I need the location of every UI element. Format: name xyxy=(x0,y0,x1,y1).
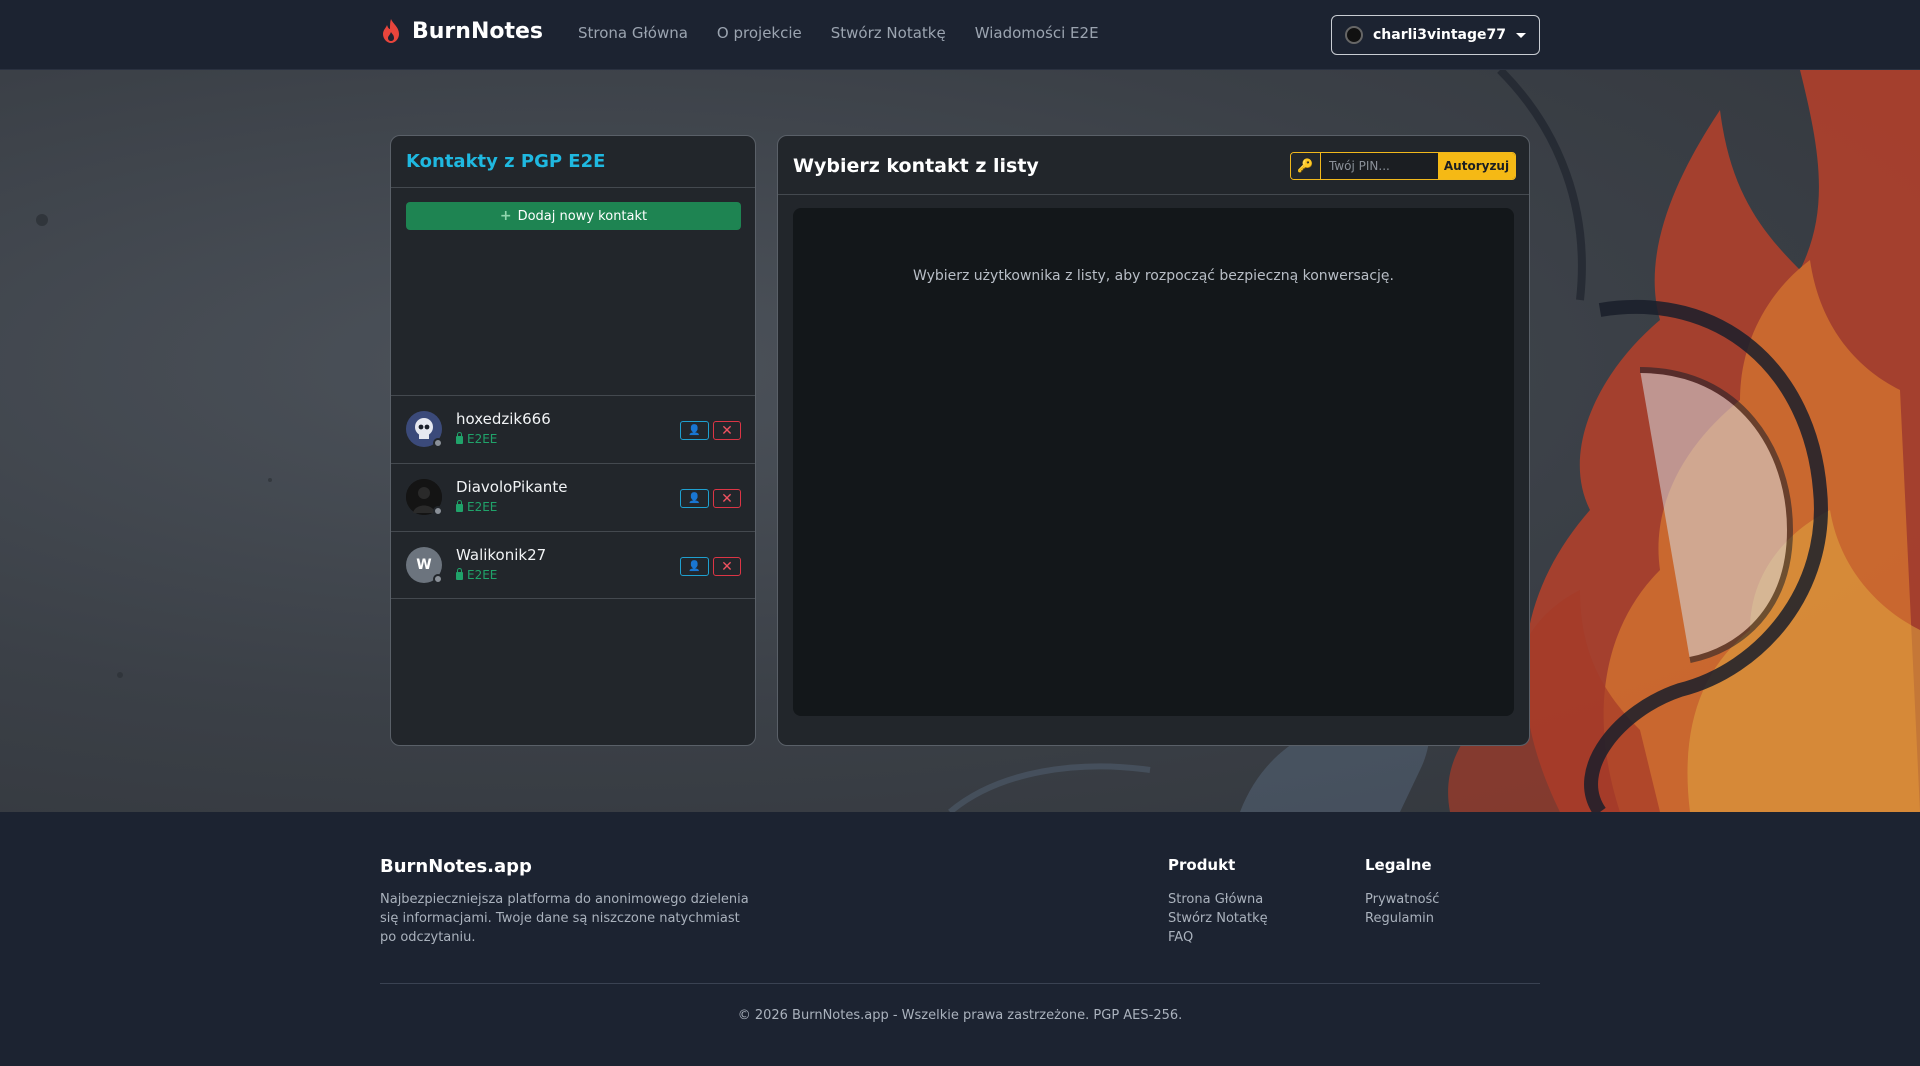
chevron-down-icon xyxy=(1516,32,1526,38)
chat-header: Wybierz kontakt z listy 🔑 Autoryzuj xyxy=(778,136,1529,195)
close-icon: ✕ xyxy=(721,490,733,507)
footer-link-home[interactable]: Strona Główna xyxy=(1168,890,1268,909)
user-avatar xyxy=(1345,26,1363,44)
status-dot xyxy=(433,506,443,516)
pin-auth-group: 🔑 Autoryzuj xyxy=(1290,152,1516,180)
status-dot xyxy=(433,438,443,448)
view-profile-button[interactable]: 👤 xyxy=(680,557,709,576)
footer-legal-title: Legalne xyxy=(1365,856,1432,874)
contact-item[interactable]: hoxedzik666 E2EE 👤 ✕ xyxy=(391,395,755,463)
empty-chat-message: Wybierz użytkownika z listy, aby rozpocz… xyxy=(912,268,1394,284)
footer-copyright: © 2026 BurnNotes.app - Wszelkie prawa za… xyxy=(737,1008,1183,1023)
footer-link-privacy[interactable]: Prywatność xyxy=(1365,890,1439,909)
close-icon: ✕ xyxy=(721,422,733,439)
add-contact-button[interactable]: + Dodaj nowy kontakt xyxy=(406,202,741,230)
contacts-panel: Kontakty z PGP E2E + Dodaj nowy kontakt … xyxy=(390,135,756,746)
e2ee-badge: E2EE xyxy=(456,568,497,582)
footer-brand: BurnNotes.app xyxy=(380,856,532,877)
remove-contact-button[interactable]: ✕ xyxy=(713,421,741,440)
view-profile-button[interactable]: 👤 xyxy=(680,421,709,440)
contacts-title: Kontakty z PGP E2E xyxy=(391,136,755,188)
status-dot xyxy=(433,574,443,584)
lock-icon xyxy=(456,432,463,444)
e2ee-badge: E2EE xyxy=(456,432,497,446)
lock-icon xyxy=(456,500,463,512)
authorize-button[interactable]: Autoryzuj xyxy=(1438,153,1515,179)
nav-link-create-note[interactable]: Stwórz Notatkę xyxy=(831,24,946,42)
contact-item[interactable]: W Walikonik27 E2EE 👤 ✕ xyxy=(391,531,755,599)
contact-avatar: W xyxy=(406,547,443,584)
pin-input[interactable] xyxy=(1321,153,1438,179)
footer-product-column: Produkt Strona Główna Stwórz Notatkę FAQ xyxy=(1168,856,1268,947)
contact-name: Walikonik27 xyxy=(456,546,547,564)
brand-logo[interactable]: BurnNotes xyxy=(380,18,543,44)
contact-name: hoxedzik666 xyxy=(456,410,551,428)
contact-item[interactable]: DiavoloPikante E2EE 👤 ✕ xyxy=(391,463,755,531)
chat-title: Wybierz kontakt z listy xyxy=(793,155,1039,177)
footer-description: Najbezpieczniejsza platforma do anonimow… xyxy=(380,892,749,945)
nav-link-e2e-messages[interactable]: Wiadomości E2E xyxy=(975,24,1099,42)
username-label: charli3vintage77 xyxy=(1373,27,1506,43)
footer-link-faq[interactable]: FAQ xyxy=(1168,928,1268,947)
contact-avatar xyxy=(406,479,443,516)
nav-link-home[interactable]: Strona Główna xyxy=(578,24,688,42)
plus-icon: + xyxy=(499,208,512,224)
remove-contact-button[interactable]: ✕ xyxy=(713,489,741,508)
remove-contact-button[interactable]: ✕ xyxy=(713,557,741,576)
footer-product-title: Produkt xyxy=(1168,856,1236,874)
footer-link-terms[interactable]: Regulamin xyxy=(1365,909,1439,928)
add-contact-label: Dodaj nowy kontakt xyxy=(517,208,648,224)
footer-link-create-note[interactable]: Stwórz Notatkę xyxy=(1168,909,1268,928)
footer-legal-column: Legalne Prywatność Regulamin xyxy=(1365,856,1439,928)
user-icon: 👤 xyxy=(688,561,701,572)
contact-avatar xyxy=(406,411,443,448)
nav-links: Strona Główna O projekcie Stwórz Notatkę… xyxy=(578,24,1099,42)
e2ee-badge: E2EE xyxy=(456,500,497,514)
nav-link-about[interactable]: O projekcie xyxy=(717,24,802,42)
view-profile-button[interactable]: 👤 xyxy=(680,489,709,508)
user-icon: 👤 xyxy=(688,493,701,504)
footer-divider xyxy=(380,983,1540,984)
flame-icon xyxy=(383,19,399,43)
footer: BurnNotes.app Najbezpieczniejsza platfor… xyxy=(0,812,1920,1066)
avatar-initial: W xyxy=(416,557,432,573)
user-menu-button[interactable]: charli3vintage77 xyxy=(1331,15,1540,55)
contact-list: hoxedzik666 E2EE 👤 ✕ DiavoloPikante E2EE xyxy=(391,395,755,599)
brand-name: BurnNotes xyxy=(412,18,544,44)
key-icon: 🔑 xyxy=(1291,153,1321,179)
user-icon: 👤 xyxy=(688,425,701,436)
close-icon: ✕ xyxy=(721,558,733,575)
lock-icon xyxy=(456,568,463,580)
contact-name: DiavoloPikante xyxy=(456,478,568,496)
top-navbar: BurnNotes Strona Główna O projekcie Stwó… xyxy=(0,0,1920,70)
chat-panel: Wybierz kontakt z listy 🔑 Autoryzuj Wybi… xyxy=(777,135,1530,746)
chat-messages-area: Wybierz użytkownika z listy, aby rozpocz… xyxy=(793,208,1514,716)
